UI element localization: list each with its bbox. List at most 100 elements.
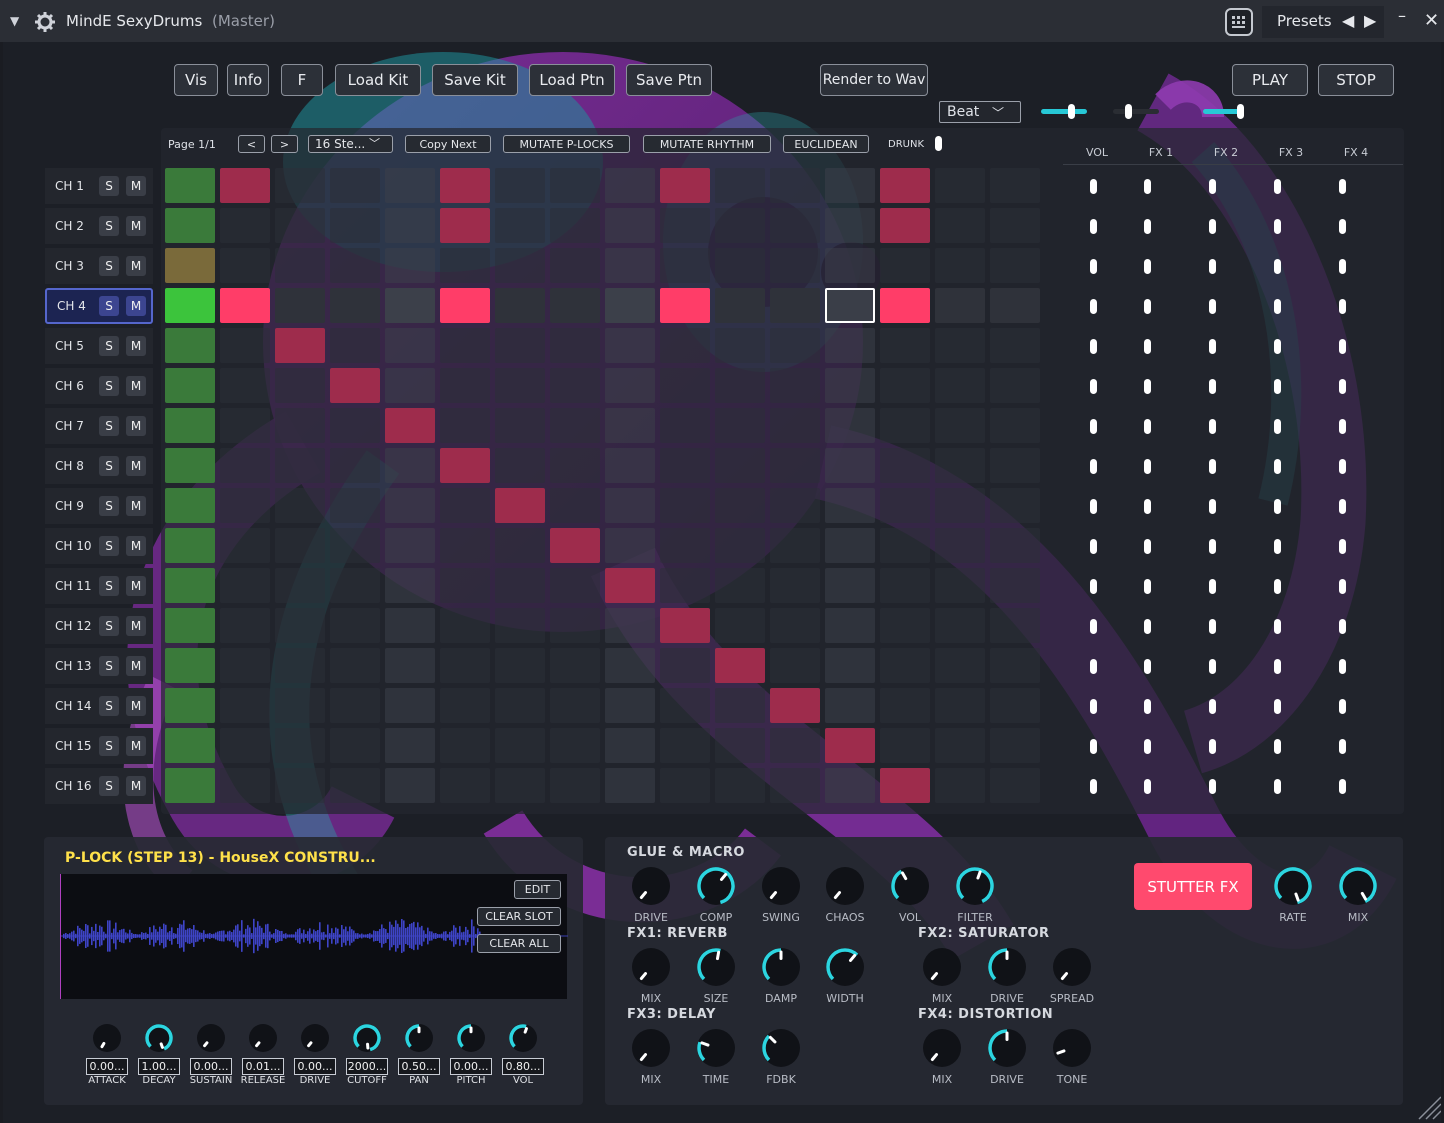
solo-button[interactable]: S bbox=[99, 456, 119, 476]
mixer-slider-handle[interactable] bbox=[1144, 579, 1151, 594]
step-cell[interactable] bbox=[440, 248, 490, 283]
mixer-slider-handle[interactable] bbox=[1144, 339, 1151, 354]
step-cell[interactable] bbox=[880, 488, 930, 523]
step-cell[interactable] bbox=[770, 408, 820, 443]
step-cell[interactable] bbox=[440, 368, 490, 403]
presets-label[interactable]: Presets bbox=[1277, 12, 1332, 30]
channel-row[interactable]: CH 16 S M bbox=[45, 768, 153, 804]
step-cell[interactable] bbox=[220, 208, 270, 243]
step-cell[interactable] bbox=[990, 168, 1040, 203]
mixer-slider-handle[interactable] bbox=[1209, 579, 1216, 594]
mixer-slider-handle[interactable] bbox=[1144, 219, 1151, 234]
plock-value[interactable]: 0.01... bbox=[242, 1058, 284, 1075]
step-cell[interactable] bbox=[660, 608, 710, 643]
step-cell[interactable] bbox=[440, 768, 490, 803]
close-icon[interactable]: ✕ bbox=[1424, 10, 1439, 31]
step-cell[interactable] bbox=[330, 528, 380, 563]
step-cell[interactable] bbox=[660, 728, 710, 763]
mixer-slider-handle[interactable] bbox=[1090, 699, 1097, 714]
mixer-slider-handle[interactable] bbox=[1339, 619, 1346, 634]
step-cell[interactable] bbox=[660, 528, 710, 563]
mixer-slider-handle[interactable] bbox=[1274, 259, 1281, 274]
step-cell[interactable] bbox=[330, 648, 380, 683]
solo-button[interactable]: S bbox=[99, 176, 119, 196]
mixer-slider-handle[interactable] bbox=[1090, 339, 1097, 354]
step-cell[interactable] bbox=[880, 408, 930, 443]
mixer-slider-handle[interactable] bbox=[1209, 539, 1216, 554]
step-cell[interactable] bbox=[935, 368, 985, 403]
step-cell[interactable] bbox=[935, 448, 985, 483]
step-cell[interactable] bbox=[220, 768, 270, 803]
step-cell[interactable] bbox=[715, 208, 765, 243]
step-cell[interactable] bbox=[220, 568, 270, 603]
step-cell[interactable] bbox=[550, 368, 600, 403]
step-cell[interactable] bbox=[385, 608, 435, 643]
glue-knob[interactable] bbox=[762, 867, 800, 905]
delay-knob[interactable] bbox=[697, 1029, 735, 1067]
plock-value[interactable]: 0.00... bbox=[86, 1058, 128, 1075]
step-cell[interactable] bbox=[165, 528, 215, 563]
step-cell[interactable] bbox=[880, 528, 930, 563]
load-pattern-button[interactable]: Load Ptn bbox=[529, 64, 615, 96]
plock-value[interactable]: 0.00... bbox=[294, 1058, 336, 1075]
step-cell[interactable] bbox=[385, 368, 435, 403]
channel-row[interactable]: CH 6 SM bbox=[45, 368, 153, 404]
step-cell[interactable] bbox=[605, 608, 655, 643]
step-cell[interactable] bbox=[935, 208, 985, 243]
solo-button[interactable]: S bbox=[99, 336, 119, 356]
step-cell[interactable] bbox=[990, 288, 1040, 323]
copy-next-button[interactable]: Copy Next bbox=[405, 135, 491, 153]
step-cell[interactable] bbox=[715, 488, 765, 523]
step-cell[interactable] bbox=[770, 248, 820, 283]
step-cell[interactable] bbox=[275, 448, 325, 483]
step-cell[interactable] bbox=[330, 208, 380, 243]
mixer-slider-handle[interactable] bbox=[1274, 659, 1281, 674]
menu-arrow-icon[interactable]: ▼ bbox=[10, 14, 19, 28]
mixer-slider-handle[interactable] bbox=[1339, 579, 1346, 594]
step-cell[interactable] bbox=[330, 248, 380, 283]
step-cell[interactable] bbox=[825, 368, 875, 403]
step-cell[interactable] bbox=[275, 208, 325, 243]
mixer-slider-handle[interactable] bbox=[1090, 219, 1097, 234]
step-cell[interactable] bbox=[165, 168, 215, 203]
step-cell[interactable] bbox=[330, 688, 380, 723]
step-cell[interactable] bbox=[880, 608, 930, 643]
mixer-slider-handle[interactable] bbox=[1144, 419, 1151, 434]
mixer-slider-handle[interactable] bbox=[1090, 779, 1097, 794]
step-cell[interactable] bbox=[715, 648, 765, 683]
edit-button[interactable]: EDIT bbox=[514, 880, 561, 899]
master-slider-3-handle[interactable] bbox=[1237, 104, 1244, 119]
step-cell[interactable] bbox=[550, 488, 600, 523]
master-slider-2-handle[interactable] bbox=[1125, 104, 1132, 119]
step-cell[interactable] bbox=[770, 568, 820, 603]
page-next-button[interactable]: > bbox=[271, 135, 298, 153]
step-cell[interactable] bbox=[440, 728, 490, 763]
step-cell[interactable] bbox=[275, 768, 325, 803]
channel-row[interactable]: CH 12 S M bbox=[45, 608, 153, 644]
step-cell[interactable] bbox=[770, 448, 820, 483]
reverb-knob[interactable] bbox=[632, 948, 670, 986]
step-cell[interactable] bbox=[715, 368, 765, 403]
step-cell[interactable] bbox=[385, 768, 435, 803]
step-cell[interactable] bbox=[550, 248, 600, 283]
step-cell[interactable] bbox=[275, 408, 325, 443]
mixer-slider-handle[interactable] bbox=[1274, 579, 1281, 594]
plock-knob[interactable] bbox=[145, 1024, 173, 1052]
step-cell[interactable] bbox=[935, 648, 985, 683]
delay-knob[interactable] bbox=[632, 1029, 670, 1067]
step-cell[interactable] bbox=[935, 528, 985, 563]
step-cell[interactable] bbox=[605, 528, 655, 563]
step-cell[interactable] bbox=[495, 648, 545, 683]
step-cell[interactable] bbox=[660, 368, 710, 403]
step-cell[interactable] bbox=[770, 288, 820, 323]
mixer-slider-handle[interactable] bbox=[1090, 379, 1097, 394]
mixer-slider-handle[interactable] bbox=[1209, 299, 1216, 314]
mixer-slider-handle[interactable] bbox=[1090, 539, 1097, 554]
mutate-rhythm-button[interactable]: MUTATE RHYTHM bbox=[643, 135, 771, 153]
step-cell[interactable] bbox=[715, 688, 765, 723]
stutter-fx-button[interactable]: STUTTER FX bbox=[1134, 863, 1252, 910]
step-cell[interactable] bbox=[990, 688, 1040, 723]
step-cell[interactable] bbox=[605, 768, 655, 803]
mixer-slider-handle[interactable] bbox=[1274, 499, 1281, 514]
vis-button[interactable]: Vis bbox=[174, 64, 218, 96]
